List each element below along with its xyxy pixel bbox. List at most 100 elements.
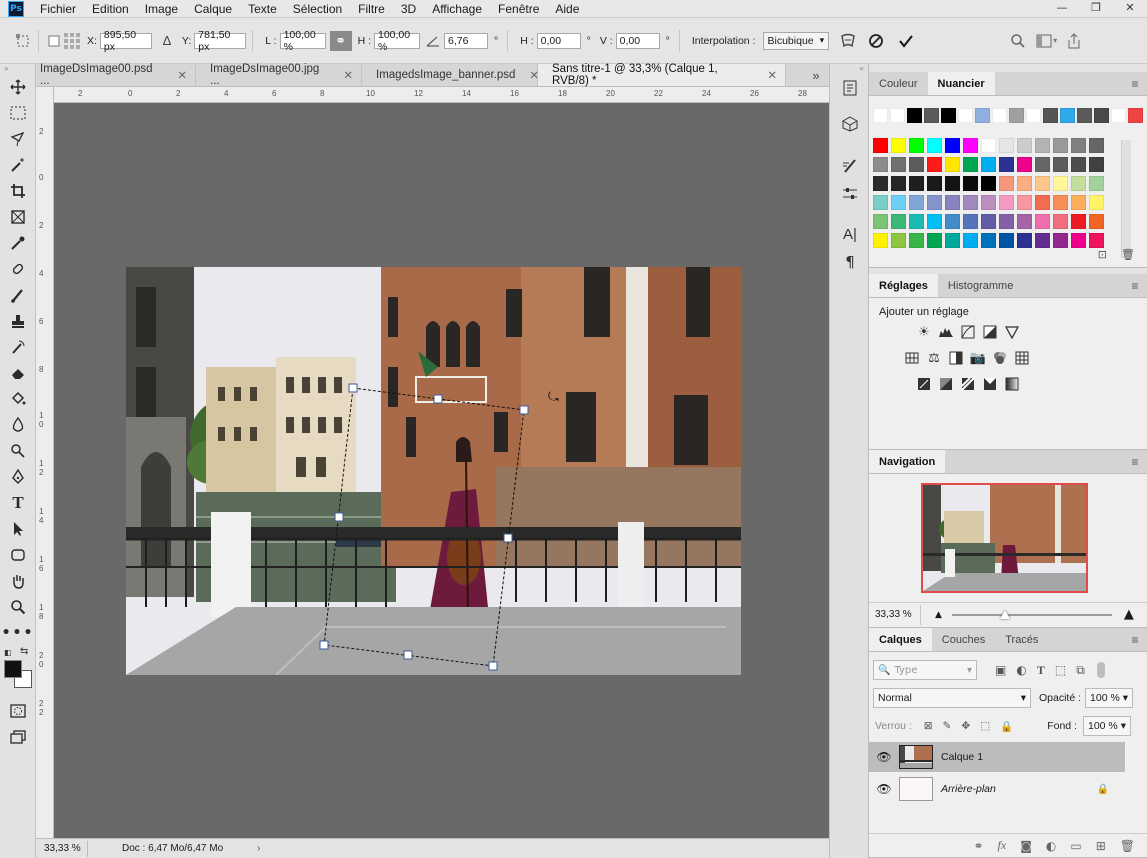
angle-input[interactable]: 6,76 xyxy=(443,32,488,49)
strip-collapse-icon[interactable]: « xyxy=(830,64,868,74)
threshold-icon[interactable] xyxy=(957,374,979,394)
tab-document-active[interactable]: Sans titre-1 @ 33,3% (Calque 1, RVB/8) *… xyxy=(538,63,786,87)
swatch[interactable] xyxy=(1017,214,1032,229)
swatch[interactable] xyxy=(945,157,960,172)
swatch[interactable] xyxy=(1089,138,1104,153)
delete-layer-icon[interactable]: 🗑 xyxy=(1120,839,1135,853)
trash-icon[interactable]: 🗑 xyxy=(1121,248,1135,261)
menu-view[interactable]: Affichage xyxy=(424,2,490,16)
screen-mode-icon[interactable] xyxy=(0,724,36,750)
recent-swatch[interactable] xyxy=(1094,108,1109,123)
swatch[interactable] xyxy=(963,195,978,210)
quick-mask-icon[interactable] xyxy=(0,698,36,724)
swatch[interactable] xyxy=(963,233,978,248)
restore-icon[interactable]: ❐ xyxy=(1081,0,1111,14)
crop-tool-icon[interactable] xyxy=(0,178,36,204)
warp-mode-icon[interactable] xyxy=(839,32,857,50)
lock-pixels-icon[interactable]: ✎ xyxy=(943,720,952,733)
swatch[interactable] xyxy=(999,157,1014,172)
swatch[interactable] xyxy=(1071,176,1086,191)
swatch[interactable] xyxy=(963,176,978,191)
layer-name[interactable]: Arrière-plan xyxy=(941,783,996,795)
swatch[interactable] xyxy=(909,176,924,191)
swatch[interactable] xyxy=(927,214,942,229)
swatch[interactable] xyxy=(909,138,924,153)
swatch[interactable] xyxy=(981,176,996,191)
swatch[interactable] xyxy=(873,233,888,248)
blend-mode-select[interactable]: Normal ▾ xyxy=(873,688,1031,708)
swatch[interactable] xyxy=(999,195,1014,210)
search-icon[interactable] xyxy=(1009,32,1027,50)
zoom-in-icon[interactable]: ▲ xyxy=(1124,607,1134,622)
recent-swatch[interactable] xyxy=(941,108,956,123)
swatch-grid[interactable] xyxy=(869,96,1147,268)
swatch[interactable] xyxy=(1071,233,1086,248)
brushes-panel-icon[interactable] xyxy=(830,152,870,180)
menu-edit[interactable]: Edition xyxy=(84,2,137,16)
lock-all-icon[interactable]: 🔒 xyxy=(1000,720,1013,733)
lasso-tool-icon[interactable] xyxy=(0,126,36,152)
color-lookup-icon[interactable] xyxy=(1011,348,1033,368)
gradient-map-icon[interactable] xyxy=(1001,374,1023,394)
tab-swatches[interactable]: Nuancier xyxy=(927,72,995,95)
swatch-scrollbar[interactable] xyxy=(1121,140,1131,258)
pixel-filter-icon[interactable]: ▣ xyxy=(995,663,1006,678)
new-group-icon[interactable]: ▭ xyxy=(1070,839,1081,853)
swatch[interactable] xyxy=(981,157,996,172)
channel-mixer-icon[interactable] xyxy=(989,348,1011,368)
pen-tool-icon[interactable] xyxy=(0,464,36,490)
reference-point-icon[interactable] xyxy=(63,32,81,50)
delta-icon[interactable]: ∆ xyxy=(158,32,176,50)
brightness-icon[interactable]: ☀ xyxy=(913,322,935,342)
paragraph-panel-icon[interactable]: ¶ xyxy=(830,248,870,276)
vskew-input[interactable]: 0,00 xyxy=(615,32,660,49)
tab-layers[interactable]: Calques xyxy=(869,628,932,651)
swatch[interactable] xyxy=(981,195,996,210)
swatch[interactable] xyxy=(873,138,888,153)
swatch[interactable] xyxy=(1089,214,1104,229)
recent-swatch[interactable] xyxy=(924,108,939,123)
swatch[interactable] xyxy=(927,195,942,210)
recent-swatch[interactable] xyxy=(1128,108,1143,123)
color-picker[interactable]: ◧ ⇆ xyxy=(0,646,35,698)
menu-file[interactable]: Fichier xyxy=(32,2,84,16)
menu-layer[interactable]: Calque xyxy=(186,2,240,16)
recent-swatch[interactable] xyxy=(873,108,888,123)
smart-object-filter-icon[interactable]: ⧉ xyxy=(1076,663,1085,678)
tab-document[interactable]: ImageDsImage00.psd ... ✕ xyxy=(36,63,196,87)
layer-row[interactable]: 👁 Calque 1 xyxy=(869,742,1125,772)
selective-color-icon[interactable] xyxy=(979,374,1001,394)
transform-tool-icon[interactable] xyxy=(14,32,32,50)
swatch[interactable] xyxy=(981,233,996,248)
photo-filter-icon[interactable]: 📷 xyxy=(967,348,989,368)
marquee-tool-icon[interactable] xyxy=(0,100,36,126)
workspace-chevron-icon[interactable]: ▾ xyxy=(1053,36,1057,45)
swatch[interactable] xyxy=(909,214,924,229)
tools-collapse-icon[interactable]: » xyxy=(0,64,35,74)
swatch[interactable] xyxy=(1017,138,1032,153)
commit-transform-icon[interactable] xyxy=(897,32,915,50)
swatch[interactable] xyxy=(891,233,906,248)
transform-bounding-box[interactable] xyxy=(318,382,530,672)
vibrance-icon[interactable] xyxy=(1001,322,1023,342)
tab-histogram[interactable]: Histogramme xyxy=(938,274,1023,297)
posterize-icon[interactable] xyxy=(935,374,957,394)
tab-paths[interactable]: Tracés xyxy=(995,628,1048,651)
swatch[interactable] xyxy=(1053,138,1068,153)
swatch[interactable] xyxy=(981,138,996,153)
swatch[interactable] xyxy=(963,138,978,153)
swatch[interactable] xyxy=(891,157,906,172)
interpolation-select[interactable]: Bicubique ▾ xyxy=(762,31,830,50)
path-selection-icon[interactable] xyxy=(0,516,36,542)
color-balance-icon[interactable]: ⚖ xyxy=(923,348,945,368)
magic-wand-icon[interactable] xyxy=(0,152,36,178)
panel-menu-icon[interactable]: ≡ xyxy=(1123,72,1147,95)
hskew-input[interactable]: 0,00 xyxy=(536,32,581,49)
swatch[interactable] xyxy=(909,233,924,248)
swatch[interactable] xyxy=(1017,195,1032,210)
swatch[interactable] xyxy=(891,214,906,229)
cancel-transform-icon[interactable] xyxy=(867,32,885,50)
swatch[interactable] xyxy=(1089,195,1104,210)
swatch[interactable] xyxy=(981,214,996,229)
black-white-icon[interactable] xyxy=(945,348,967,368)
